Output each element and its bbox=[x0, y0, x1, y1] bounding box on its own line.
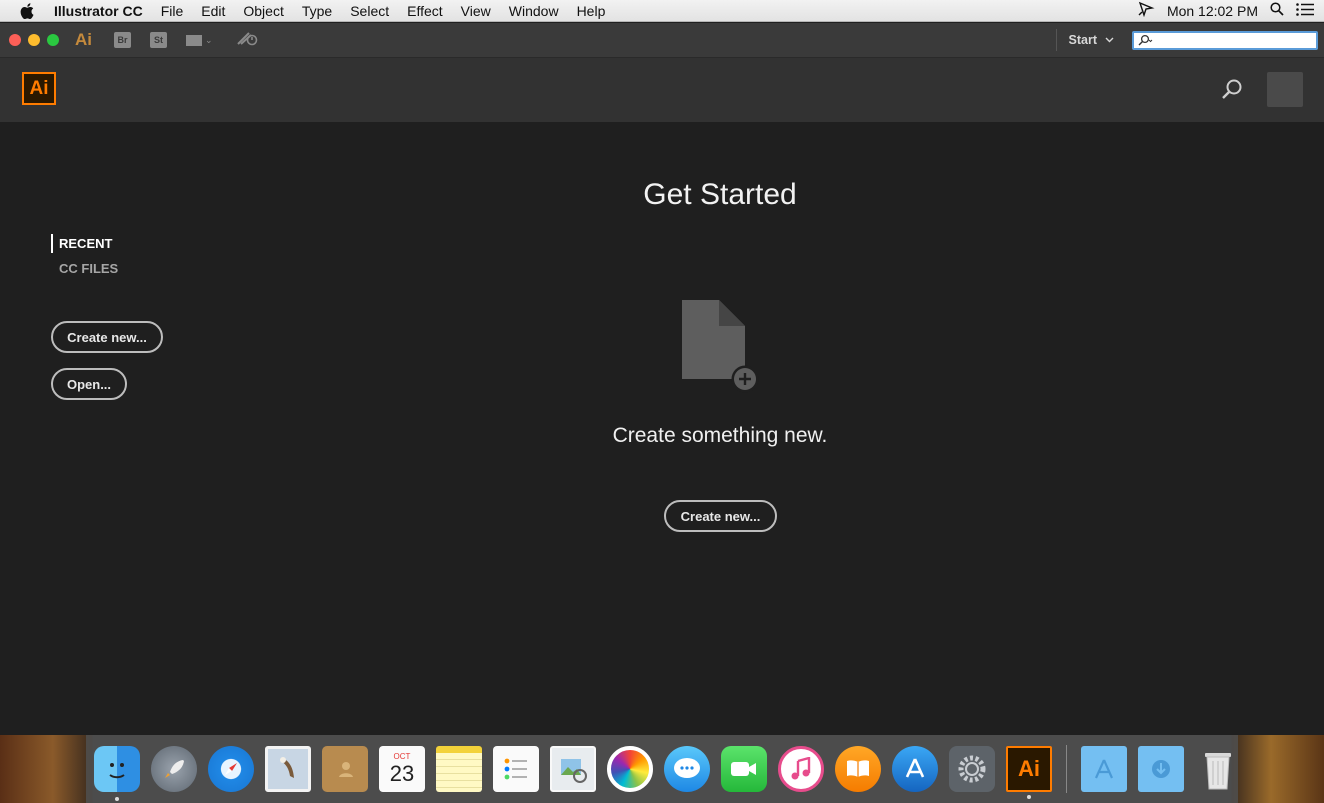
arrange-layout-icon bbox=[186, 34, 202, 46]
apple-menu-icon[interactable] bbox=[0, 2, 54, 19]
illustrator-dock-label: Ai bbox=[1018, 756, 1040, 781]
minimize-window-button[interactable] bbox=[28, 34, 40, 46]
photos-icon[interactable] bbox=[607, 746, 653, 792]
contacts-icon[interactable] bbox=[322, 746, 368, 792]
illustrator-logo: Ai bbox=[22, 72, 56, 105]
bridge-button[interactable]: Br bbox=[114, 32, 131, 48]
notification-center-icon[interactable] bbox=[1296, 2, 1314, 19]
downloads-folder-icon[interactable] bbox=[1138, 746, 1184, 792]
menubar-clock[interactable]: Mon 12:02 PM bbox=[1167, 3, 1258, 19]
launchpad-icon[interactable] bbox=[151, 746, 197, 792]
app-icon: Ai bbox=[75, 30, 92, 49]
menu-file[interactable]: File bbox=[152, 0, 193, 22]
mac-menubar: Illustrator CC File Edit Object Type Sel… bbox=[0, 0, 1324, 22]
menu-type[interactable]: Type bbox=[293, 0, 341, 22]
itunes-icon[interactable] bbox=[778, 746, 824, 792]
system-preferences-icon[interactable] bbox=[949, 746, 995, 792]
menu-edit[interactable]: Edit bbox=[192, 0, 234, 22]
window-controls bbox=[0, 34, 59, 46]
create-prompt: Create something new. bbox=[612, 424, 828, 447]
mac-dock: OCT 23 Ai bbox=[0, 735, 1324, 803]
calendar-day: 23 bbox=[389, 760, 415, 786]
stock-button[interactable]: St bbox=[150, 32, 167, 48]
menu-object[interactable]: Object bbox=[234, 0, 292, 22]
gpu-performance-icon[interactable] bbox=[236, 30, 259, 50]
preview-icon[interactable] bbox=[550, 746, 596, 792]
chevron-down-icon bbox=[1105, 37, 1114, 43]
user-avatar[interactable] bbox=[1267, 72, 1303, 107]
page-title: Get Started bbox=[643, 178, 797, 211]
mail-icon[interactable] bbox=[265, 746, 311, 792]
nav-cc-files[interactable]: CC FILES bbox=[51, 259, 118, 278]
create-new-main-button[interactable]: Create new... bbox=[664, 500, 777, 532]
menu-effect[interactable]: Effect bbox=[398, 0, 452, 22]
menu-window[interactable]: Window bbox=[500, 0, 568, 22]
dock-divider bbox=[1066, 745, 1067, 793]
notes-icon[interactable] bbox=[436, 746, 482, 792]
help-search-input[interactable] bbox=[1132, 30, 1318, 50]
start-header: Ai bbox=[0, 58, 1324, 122]
reminders-icon[interactable] bbox=[493, 746, 539, 792]
close-window-button[interactable] bbox=[9, 34, 21, 46]
left-navigation: RECENT CC FILES bbox=[51, 234, 118, 284]
ibooks-icon[interactable] bbox=[835, 746, 881, 792]
workspace-switcher[interactable]: Start bbox=[1069, 33, 1114, 47]
spotlight-icon[interactable] bbox=[1270, 2, 1284, 19]
application-bar: Ai Br St ⌄ Start bbox=[0, 23, 1324, 58]
applications-folder-icon[interactable] bbox=[1081, 746, 1127, 792]
calendar-icon[interactable]: OCT 23 bbox=[379, 746, 425, 792]
arrange-documents-button[interactable]: ⌄ bbox=[186, 34, 213, 46]
toolbar-divider bbox=[1055, 29, 1057, 51]
safari-icon[interactable] bbox=[208, 746, 254, 792]
menu-select[interactable]: Select bbox=[341, 0, 398, 22]
nav-recent[interactable]: RECENT bbox=[51, 234, 118, 253]
app-store-icon[interactable] bbox=[892, 746, 938, 792]
messages-icon[interactable] bbox=[664, 746, 710, 792]
workspace-label: Start bbox=[1068, 33, 1097, 47]
zoom-window-button[interactable] bbox=[47, 34, 59, 46]
calendar-month: OCT bbox=[393, 751, 411, 761]
illustrator-dock-icon[interactable]: Ai bbox=[1006, 746, 1052, 799]
finder-icon[interactable] bbox=[94, 746, 140, 801]
search-icon bbox=[1138, 34, 1153, 46]
airplay-icon[interactable] bbox=[1137, 1, 1155, 20]
dock-shelf: OCT 23 Ai bbox=[86, 735, 1238, 803]
menu-help[interactable]: Help bbox=[568, 0, 615, 22]
menu-view[interactable]: View bbox=[452, 0, 500, 22]
facetime-icon[interactable] bbox=[721, 746, 767, 792]
open-button[interactable]: Open... bbox=[51, 368, 127, 400]
chevron-down-icon: ⌄ bbox=[205, 34, 213, 45]
new-document-icon bbox=[681, 299, 761, 400]
trash-icon[interactable] bbox=[1195, 746, 1241, 792]
search-icon[interactable] bbox=[1220, 78, 1244, 107]
app-menu-name[interactable]: Illustrator CC bbox=[54, 0, 152, 22]
create-new-button[interactable]: Create new... bbox=[51, 321, 163, 353]
